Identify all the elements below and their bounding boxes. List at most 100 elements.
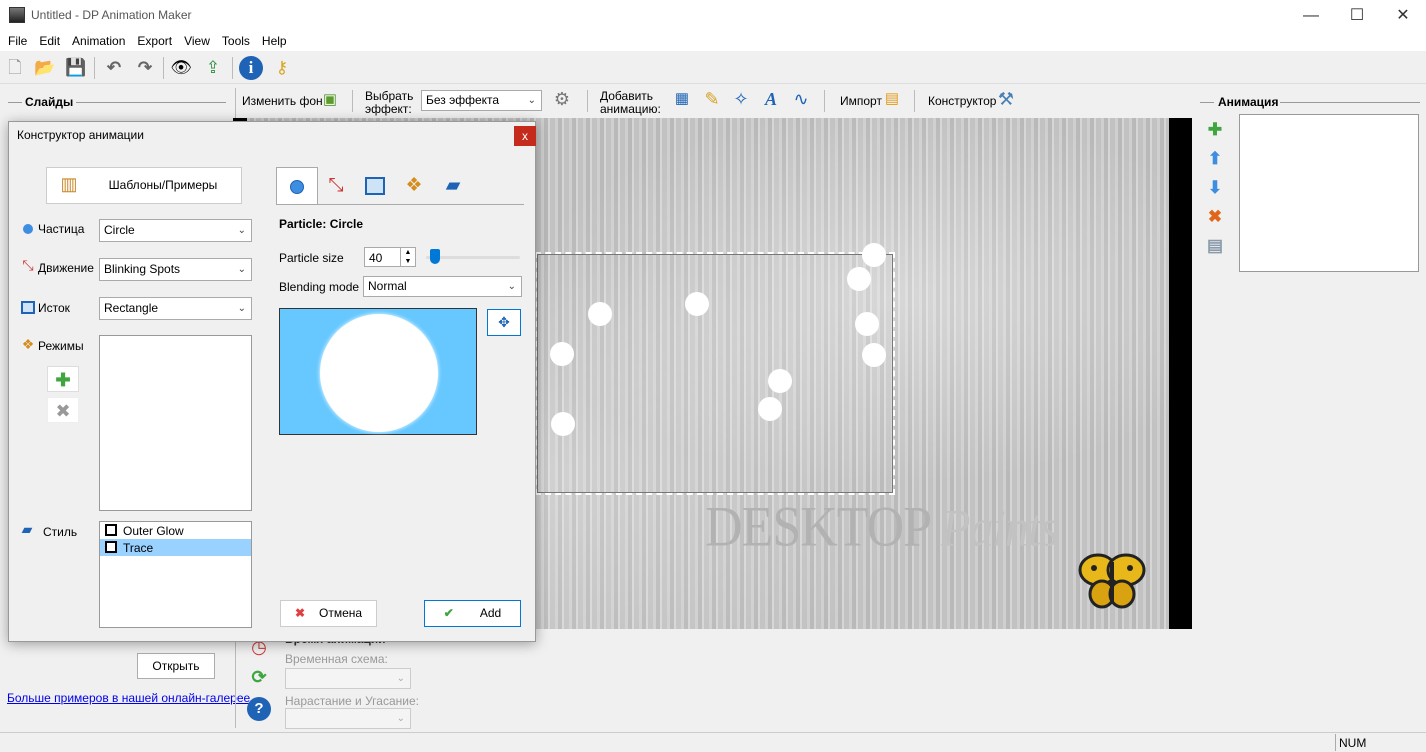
open-button[interactable]: Открыть [137,653,215,679]
tab-motion[interactable]: ⤡ [316,168,356,204]
style-item-trace[interactable]: Trace [100,539,251,556]
tab-source[interactable] [355,168,395,204]
new-icon[interactable]: 🗋 [3,56,27,80]
modes-list[interactable] [99,335,252,511]
chevron-down-icon: ⌄ [237,264,246,275]
add-animation-icon[interactable]: ✚ [1205,120,1225,140]
particle-select-value: Circle [104,223,135,237]
gear-icon[interactable]: ⚙ [551,89,573,110]
fit-icon[interactable]: ✥ [487,309,521,336]
delete-animation-icon[interactable]: ✖ [1205,207,1225,227]
particle-size-slider[interactable] [426,256,520,259]
import-label[interactable]: Импорт [840,94,882,108]
style-item-label: Outer Glow [123,524,184,538]
templates-button-label: Шаблоны/Примеры [108,178,218,192]
particle [862,343,886,367]
remove-mode-icon[interactable]: ✖ [47,397,79,423]
save-icon[interactable]: 💾 [64,56,88,80]
checkbox[interactable] [105,524,117,536]
import-icon[interactable]: ▤ [882,89,902,107]
menu-help[interactable]: Help [256,31,293,51]
tab-particle[interactable] [276,167,318,205]
blending-mode-label: Blending mode [279,280,360,294]
particle [685,292,709,316]
spin-up-icon[interactable]: ▲ [400,248,415,257]
help-icon[interactable]: ? [247,697,271,721]
menu-export[interactable]: Export [131,31,178,51]
menu-file[interactable]: File [2,31,33,51]
close-icon: ✖ [294,606,305,620]
style-icon: ▰ [21,521,33,537]
particle-size-value: 40 [369,251,383,265]
maximize-button[interactable]: ☐ [1334,0,1380,31]
circle-icon [23,224,33,234]
particle-size-spinner[interactable]: 40 ▲ ▼ [364,247,416,267]
brush-icon[interactable]: ✎ [702,89,722,110]
watermark-text-2: Paints [941,499,1059,558]
dialog-close-button[interactable]: x [514,126,536,146]
app-icon [9,7,25,23]
undo-icon[interactable]: ↶ [102,56,126,80]
key-icon[interactable]: ⚷ [270,56,294,80]
menu-view[interactable]: View [178,31,216,51]
chevron-down-icon: ⌄ [237,225,246,236]
move-down-icon[interactable]: ⬇ [1205,178,1225,198]
particle-size-slider-thumb[interactable] [430,249,441,264]
add-button[interactable]: ✔ Add [424,600,521,627]
particle [550,342,574,366]
change-bg-label[interactable]: Изменить фон [242,94,323,108]
time-scheme-select[interactable]: ⌄ [285,668,411,689]
fade-select[interactable]: ⌄ [285,708,411,729]
time-scheme-label: Временная схема: [285,652,388,666]
spin-down-icon[interactable]: ▼ [400,257,415,266]
close-button[interactable]: ✕ [1380,0,1426,31]
choose-effect-label-1: Выбрать [365,89,414,103]
menu-animation[interactable]: Animation [66,31,131,51]
loop-icon[interactable]: ⟳ [247,667,271,688]
watermark-logo: DESKTOP Paints [705,495,1059,560]
minimize-button[interactable]: — [1288,0,1334,31]
particle-select[interactable]: Circle ⌄ [99,219,252,242]
wave-icon[interactable]: ∿ [791,89,811,110]
info-icon[interactable]: i [239,56,263,80]
source-rect-icon [21,301,35,314]
checkbox[interactable] [105,541,117,553]
text-anim-icon[interactable]: A [761,89,781,110]
blending-mode-select[interactable]: Normal ⌄ [363,276,522,297]
open-icon[interactable]: 📂 [33,56,57,80]
menu-edit[interactable]: Edit [33,31,66,51]
animation-list[interactable] [1239,114,1419,272]
motion-select[interactable]: Blinking Spots ⌄ [99,258,252,281]
preview-icon[interactable]: 👁 [169,56,193,80]
effect-select[interactable]: Без эффекта ⌄ [421,90,542,111]
cancel-button[interactable]: ✖ Отмена [280,600,377,627]
preview-circle [320,314,438,432]
style-item-outer-glow[interactable]: Outer Glow [100,522,251,539]
tools-icon[interactable]: ⚒ [996,89,1016,110]
motion-select-value: Blinking Spots [104,262,181,276]
change-bg-icon[interactable]: ▣ [320,90,340,108]
move-up-icon[interactable]: ⬆ [1205,149,1225,169]
modes-label: Режимы [38,339,84,353]
add-mode-icon[interactable]: ✚ [47,366,79,392]
butterfly-image [1078,552,1146,610]
source-select[interactable]: Rectangle ⌄ [99,297,252,320]
constructor-label[interactable]: Конструктор [928,94,996,108]
particles-icon[interactable]: ✧ [731,89,751,110]
menu-bar: File Edit Animation Export View Tools He… [0,31,1426,51]
check-icon: ✔ [443,606,454,620]
tab-style[interactable]: ▰ [433,168,473,204]
gallery-link[interactable]: Больше примеров в нашей онлайн-галерее [7,691,250,705]
num-indicator: NUM [1339,736,1367,750]
source-select-value: Rectangle [104,301,159,315]
menu-tools[interactable]: Tools [216,31,256,51]
tab-modes[interactable]: ❖ [394,168,434,204]
particle-preview [279,308,477,435]
image-anim-icon[interactable]: ▦ [672,89,692,107]
properties-icon[interactable]: ▤ [1205,236,1225,256]
animation-panel-title: Анимация [1218,95,1279,109]
add-anim-label-2: анимацию: [600,102,661,116]
selection-rectangle[interactable] [535,252,895,495]
redo-icon[interactable]: ↷ [133,56,157,80]
export-icon[interactable]: ⇪ [201,56,225,80]
